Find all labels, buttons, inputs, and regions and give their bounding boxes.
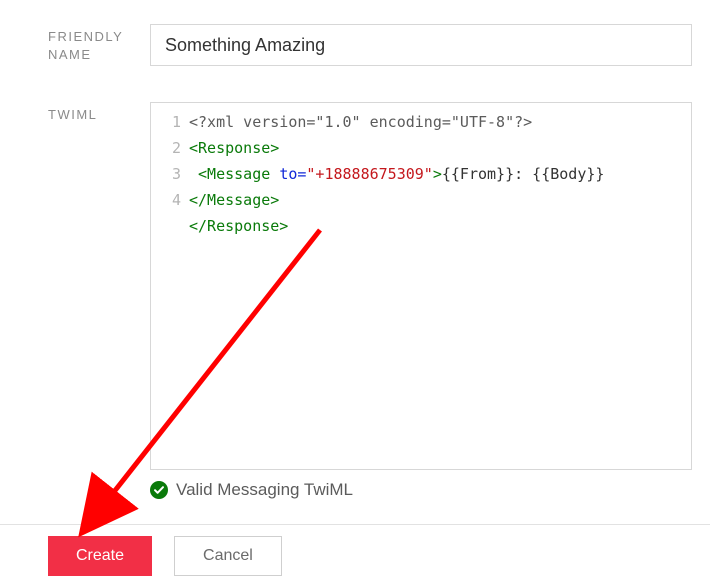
gutter-line: 4 bbox=[151, 187, 181, 213]
twiml-label: TWIML bbox=[0, 102, 150, 124]
code-msg-close-bracket: > bbox=[433, 165, 442, 183]
code-message-end: </Message> bbox=[189, 191, 279, 209]
cancel-button[interactable]: Cancel bbox=[174, 536, 282, 576]
code-message-open: <Message bbox=[189, 165, 279, 183]
code-response-close: </Response> bbox=[189, 217, 288, 235]
create-button[interactable]: Create bbox=[48, 536, 152, 576]
friendly-name-row: FRIENDLY NAME bbox=[0, 0, 710, 66]
code-attr-name: to bbox=[279, 165, 297, 183]
code-message-text: {{From}}: {{Body}} bbox=[442, 165, 605, 183]
editor-gutter: 1 2 3 4 bbox=[151, 103, 187, 469]
twiml-editor[interactable]: 1 2 3 4 <?xml version="1.0" encoding="UT… bbox=[150, 102, 692, 470]
friendly-name-input[interactable] bbox=[150, 24, 692, 66]
friendly-name-label: FRIENDLY NAME bbox=[0, 24, 150, 63]
validation-text: Valid Messaging TwiML bbox=[176, 480, 353, 500]
gutter-line: 3 bbox=[151, 161, 181, 187]
twiml-row: TWIML 1 2 3 4 <?xml version="1.0" encodi… bbox=[0, 66, 710, 470]
code-attr-value: "+18888675309" bbox=[306, 165, 432, 183]
twiml-field-col: 1 2 3 4 <?xml version="1.0" encoding="UT… bbox=[150, 102, 710, 470]
editor-code[interactable]: <?xml version="1.0" encoding="UTF-8"?> <R… bbox=[187, 103, 691, 469]
gutter-line: 1 bbox=[151, 109, 181, 135]
validation-row: Valid Messaging TwiML bbox=[0, 470, 710, 504]
gutter-line: 2 bbox=[151, 135, 181, 161]
check-circle-icon bbox=[150, 481, 168, 499]
code-response-open: <Response> bbox=[189, 139, 279, 157]
friendly-name-field-col bbox=[150, 24, 710, 66]
footer-bar: Create Cancel bbox=[0, 524, 710, 586]
code-xml-declaration: <?xml version="1.0" encoding="UTF-8"?> bbox=[189, 113, 532, 131]
